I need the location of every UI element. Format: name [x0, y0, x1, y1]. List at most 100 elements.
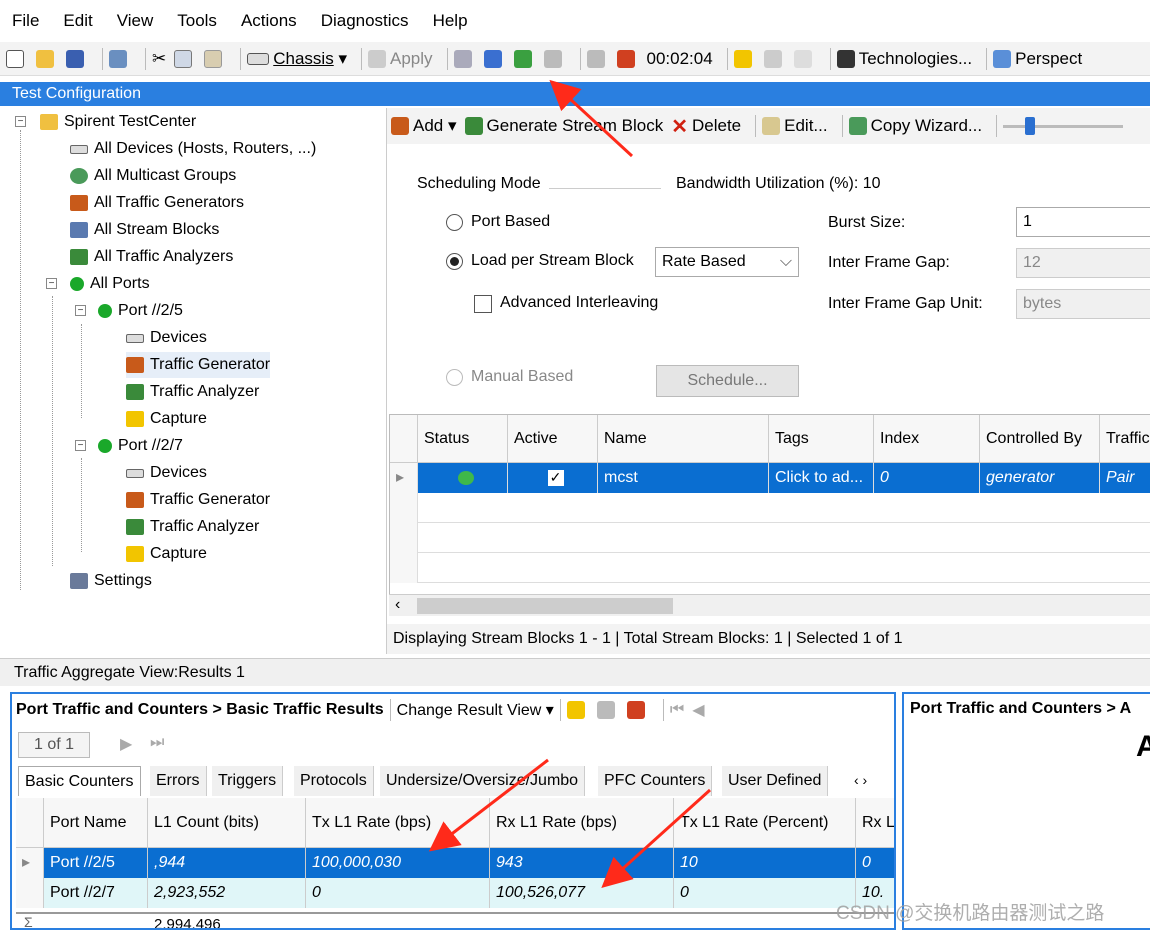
- stream-name-cell[interactable]: mcst: [598, 463, 769, 493]
- scrollbar-thumb[interactable]: [417, 598, 673, 614]
- lock-icon[interactable]: [793, 46, 816, 72]
- previous-page-icon[interactable]: ◀: [692, 697, 704, 723]
- cut-icon[interactable]: ✂: [152, 46, 166, 72]
- tree-node-port2-traffic-generator[interactable]: Traffic Generator: [126, 487, 270, 513]
- edit-button[interactable]: Edit...: [762, 113, 828, 139]
- menu-view[interactable]: View: [117, 11, 154, 31]
- tree-node-all-devices[interactable]: All Devices (Hosts, Routers, ...): [70, 136, 316, 162]
- tree-node-all-stream-blocks[interactable]: All Stream Blocks: [70, 217, 219, 243]
- apply-button[interactable]: Apply: [367, 46, 433, 72]
- tab-basic-counters[interactable]: Basic Counters: [18, 766, 141, 796]
- collapse-root-toggle[interactable]: −: [15, 116, 26, 127]
- technologies-button[interactable]: Technologies...: [836, 46, 972, 72]
- tree-node-port1-traffic-analyzer[interactable]: Traffic Analyzer: [126, 379, 259, 405]
- rate-mode-select[interactable]: Rate Based ⌵: [655, 247, 799, 277]
- tab-errors[interactable]: Errors: [150, 766, 207, 796]
- copy-icon[interactable]: [174, 46, 196, 72]
- tree-node-port-2-5[interactable]: Port //2/5: [98, 298, 183, 324]
- save-icon[interactable]: [66, 46, 88, 72]
- col-controlled-by[interactable]: Controlled By: [980, 415, 1100, 463]
- tree-node-all-traffic-generators[interactable]: All Traffic Generators: [70, 190, 244, 216]
- tree-node-port2-traffic-analyzer[interactable]: Traffic Analyzer: [126, 514, 259, 540]
- menu-tools[interactable]: Tools: [177, 11, 217, 31]
- change-result-view-button[interactable]: Change Result View ▾: [397, 700, 554, 720]
- collapse-port1-toggle[interactable]: −: [75, 305, 86, 316]
- col-active[interactable]: Active: [508, 415, 598, 463]
- tree-node-port2-capture[interactable]: Capture: [126, 541, 207, 567]
- devices-start-icon[interactable]: [453, 46, 476, 72]
- stream-tags-cell[interactable]: Click to ad...: [769, 463, 874, 493]
- tab-undersize-oversize-jumbo[interactable]: Undersize/Oversize/Jumbo: [380, 766, 586, 796]
- chassis-button[interactable]: Chassis ▾: [247, 46, 347, 72]
- menu-edit[interactable]: Edit: [63, 11, 92, 31]
- perspective-button[interactable]: Perspect: [993, 46, 1082, 72]
- col-tx-l1-rate[interactable]: Tx L1 Rate (bps): [306, 798, 490, 848]
- tree-node-settings[interactable]: Settings: [70, 568, 152, 594]
- table-row[interactable]: Port //2/7 2,923,552 0 100,526,077 0 10.: [16, 878, 894, 908]
- next-page-icon[interactable]: ▶: [120, 734, 132, 754]
- col-status[interactable]: Status: [418, 415, 508, 463]
- delete-button[interactable]: ✕ Delete: [671, 113, 741, 139]
- arp-icon[interactable]: [586, 46, 609, 72]
- manual-based-radio[interactable]: [446, 369, 463, 386]
- capture-start-icon[interactable]: [733, 46, 756, 72]
- generate-stream-block-button[interactable]: Generate Stream Block: [464, 113, 663, 139]
- col-l1-count[interactable]: L1 Count (bits): [148, 798, 306, 848]
- tab-user-defined[interactable]: User Defined: [722, 766, 829, 796]
- traffic-light-icon[interactable]: [626, 697, 649, 723]
- col-tags[interactable]: Tags: [769, 415, 874, 463]
- active-checkbox[interactable]: ✓: [508, 463, 598, 493]
- open-folder-icon[interactable]: [36, 46, 58, 72]
- col-tx-l1-rate-percent[interactable]: Tx L1 Rate (Percent): [674, 798, 856, 848]
- scroll-left-icon[interactable]: ‹: [395, 596, 400, 614]
- horizontal-scrollbar[interactable]: ‹: [389, 594, 1150, 616]
- inter-frame-gap-input[interactable]: 12: [1016, 248, 1150, 278]
- col-index[interactable]: Index: [874, 415, 980, 463]
- menu-help[interactable]: Help: [433, 11, 468, 31]
- copy-wizard-button[interactable]: Copy Wizard...: [848, 113, 982, 139]
- collapse-port2-toggle[interactable]: −: [75, 440, 86, 451]
- inter-frame-gap-unit-select[interactable]: bytes: [1016, 289, 1150, 319]
- tree-node-port1-capture[interactable]: Capture: [126, 406, 207, 432]
- tree-node-root[interactable]: Spirent TestCenter: [40, 109, 196, 135]
- tab-protocols[interactable]: Protocols: [294, 766, 374, 796]
- col-rx-l1-rate-partial[interactable]: Rx L: [856, 798, 894, 848]
- add-button[interactable]: Add ▾: [391, 113, 457, 139]
- start-devices-icon[interactable]: [483, 46, 506, 72]
- tree-node-port2-devices[interactable]: Devices: [126, 460, 207, 486]
- tree-node-port1-devices[interactable]: Devices: [126, 325, 207, 351]
- capture-stop-icon[interactable]: [763, 46, 786, 72]
- tree-node-port-2-7[interactable]: Port //2/7: [98, 433, 183, 459]
- table-row[interactable]: ▸ Port //2/5 ,944 100,000,030 943 10 0: [16, 848, 894, 878]
- traffic-light-icon[interactable]: [616, 46, 639, 72]
- tab-pfc-counters[interactable]: PFC Counters: [598, 766, 713, 796]
- tree-node-all-ports[interactable]: All Ports: [70, 271, 150, 297]
- paste-icon[interactable]: [204, 46, 226, 72]
- arp-nd-icon[interactable]: [596, 697, 619, 723]
- start-traffic-icon[interactable]: [513, 46, 536, 72]
- col-port-name[interactable]: Port Name: [44, 798, 148, 848]
- properties-icon[interactable]: [109, 46, 131, 72]
- menu-file[interactable]: File: [12, 11, 39, 31]
- last-page-icon[interactable]: ⏭: [150, 734, 164, 752]
- tree-node-all-multicast[interactable]: All Multicast Groups: [70, 163, 236, 189]
- zoom-slider[interactable]: [1003, 116, 1124, 136]
- col-rx-l1-rate[interactable]: Rx L1 Rate (bps): [490, 798, 674, 848]
- port-based-radio[interactable]: [446, 214, 463, 231]
- table-row[interactable]: ▸ ✓ mcst Click to ad... 0 generator Pair: [390, 463, 1150, 493]
- advanced-interleaving-checkbox[interactable]: [474, 295, 492, 313]
- first-page-icon[interactable]: ⏮: [670, 697, 684, 723]
- tree-node-port1-traffic-generator[interactable]: Traffic Generator: [126, 352, 271, 378]
- col-name[interactable]: Name: [598, 415, 769, 463]
- schedule-button[interactable]: Schedule...: [656, 365, 799, 397]
- col-traffic[interactable]: Traffic: [1100, 415, 1150, 463]
- tab-triggers[interactable]: Triggers: [212, 766, 284, 796]
- menu-diagnostics[interactable]: Diagnostics: [321, 11, 409, 31]
- export-icon[interactable]: [566, 697, 589, 723]
- load-per-stream-radio[interactable]: [446, 253, 463, 270]
- burst-size-input[interactable]: 1: [1016, 207, 1150, 237]
- tree-node-all-traffic-analyzers[interactable]: All Traffic Analyzers: [70, 244, 233, 270]
- new-file-icon[interactable]: [6, 46, 28, 72]
- collapse-all-ports-toggle[interactable]: −: [46, 278, 57, 289]
- tab-scroll-arrows-icon[interactable]: ‹ ›: [854, 772, 867, 788]
